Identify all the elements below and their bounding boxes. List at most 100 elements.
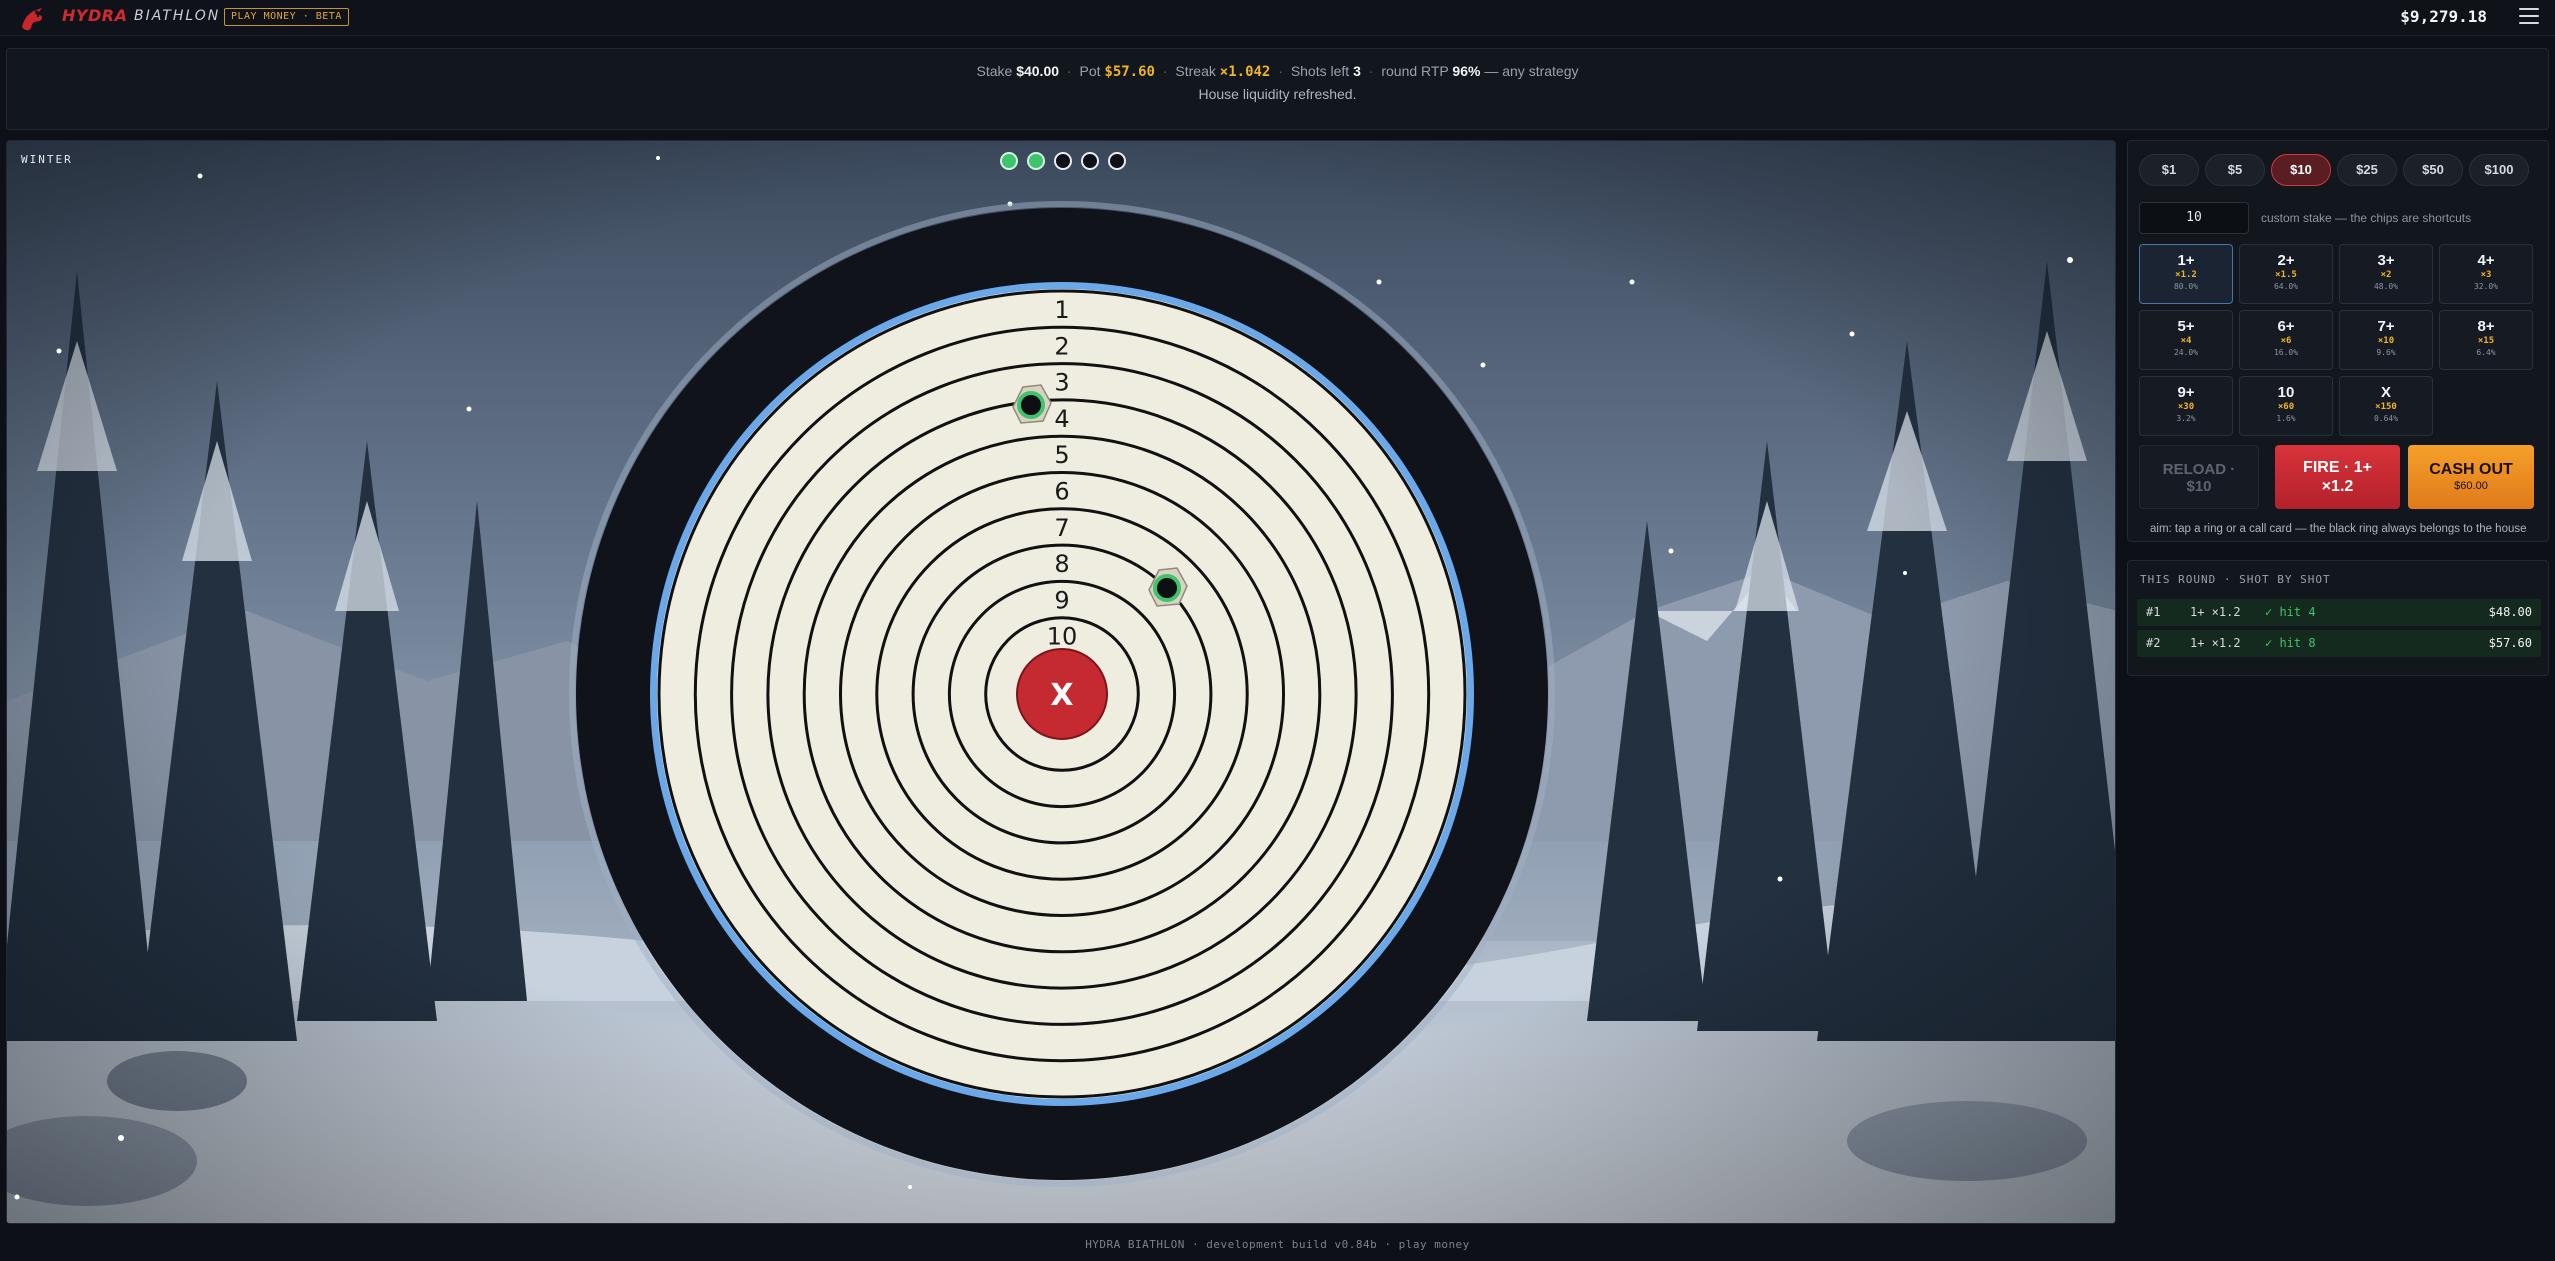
status-message: House liquidity refreshed. [1198, 86, 1357, 102]
call-card-mult: ×6 [2280, 336, 2292, 346]
call-card-9plus[interactable]: 9+ ×30 3.2% [2139, 376, 2233, 436]
call-card-label: 9+ [2177, 384, 2195, 401]
call-card-label: 3+ [2377, 252, 2395, 269]
betting-panel: $1 $5 $10 $25 $50 $100 10 custom stake — the … [2127, 140, 2549, 542]
biathlon-target[interactable]: 1 2 3 4 5 6 7 8 9 10 X [7, 141, 2116, 1224]
rtp-suffix: — any strategy [1484, 63, 1579, 79]
history-num: #1 [2146, 605, 2161, 619]
ring-number-label: 1 [1054, 296, 1069, 324]
call-card-8plus[interactable]: 8+ ×15 6.4% [2439, 310, 2533, 370]
call-card-label: 5+ [2177, 318, 2195, 335]
call-card-10[interactable]: 10 ×60 1.6% [2239, 376, 2333, 436]
hydra-logo-icon [22, 8, 43, 31]
call-card-mult: ×2 [2380, 270, 2392, 280]
round-status-bar: Stake $40.00 · Pot $57.60 · Streak ×1.04… [6, 48, 2549, 130]
footer-build-info: HYDRA BIATHLON · development build v0.84… [1085, 1238, 1470, 1251]
cash-out-label: CASH OUT [2429, 461, 2513, 478]
ring-number-label: 10 [1047, 623, 1078, 651]
streak-label: Streak [1175, 63, 1216, 79]
call-card-7plus[interactable]: 7+ ×10 9.6% [2339, 310, 2433, 370]
ring-number-label: 7 [1054, 514, 1069, 542]
call-card-x[interactable]: X ×150 0.64% [2339, 376, 2433, 436]
call-card-prob: 80.0% [2173, 282, 2199, 291]
call-card-1plus[interactable]: 1+ ×1.2 80.0% [2139, 244, 2233, 304]
ring-number-label: 6 [1054, 478, 1069, 506]
ring-number-label: 4 [1054, 405, 1069, 433]
history-amount: $48.00 [2488, 605, 2532, 619]
reload-button[interactable]: RELOAD · $10 [2139, 445, 2259, 509]
round-status-line: Stake $40.00 · Pot $57.60 · Streak ×1.04… [976, 63, 1579, 80]
call-card-prob: 6.4% [2476, 348, 2496, 357]
history-num: #2 [2146, 636, 2161, 650]
fire-label: FIRE · 1+ [2303, 459, 2372, 476]
rtp-label: round RTP [1381, 63, 1449, 79]
call-card-mult: ×4 [2180, 336, 2192, 346]
call-card-label: 1+ [2177, 252, 2195, 269]
call-card-prob: 9.6% [2376, 348, 2396, 357]
call-card-label: 10 [2277, 384, 2295, 401]
fire-button[interactable]: FIRE · 1+ ×1.2 [2275, 445, 2400, 509]
call-card-label: 4+ [2477, 252, 2495, 269]
history-call: 1+ ×1.2 [2190, 605, 2241, 619]
call-card-mult: ×60 [2277, 402, 2295, 412]
history-result: ✓ hit 4 [2265, 605, 2316, 619]
shots-left-label: Shots left [1290, 63, 1350, 79]
call-card-mult: ×150 [2375, 402, 2397, 412]
call-card-prob: 48.0% [2373, 282, 2399, 291]
call-card-label: 2+ [2277, 252, 2295, 269]
call-card-4plus[interactable]: 4+ ×3 32.0% [2439, 244, 2533, 304]
call-card-prob: 16.0% [2273, 348, 2299, 357]
call-card-mult: ×30 [2177, 402, 2195, 412]
ring-number-label: 5 [1054, 441, 1069, 469]
chip-5-button[interactable]: $5 [2205, 154, 2265, 186]
ring-number-label: 3 [1054, 369, 1069, 397]
reload-amount: $10 [2186, 478, 2212, 495]
play-money-badge: PLAY MONEY · BETA [224, 8, 349, 26]
call-card-2plus[interactable]: 2+ ×1.5 64.0% [2239, 244, 2333, 304]
stake-label: Stake [976, 63, 1013, 79]
chip-10-button[interactable]: $10 [2271, 154, 2331, 186]
shooting-range-scene: WINTER 1 2 3 4 5 6 7 8 9 10 X [6, 140, 2116, 1224]
custom-stake-hint: custom stake — the chips are shortcuts [2261, 211, 2472, 225]
custom-stake-input[interactable]: 10 [2139, 202, 2249, 234]
rtp-value: 96% [1452, 63, 1481, 79]
hamburger-menu-icon[interactable] [2519, 8, 2539, 26]
call-card-mult: ×1.5 [2275, 270, 2297, 280]
chip-1-button[interactable]: $1 [2139, 154, 2199, 186]
aim-hint: aim: tap a ring or a call card — the bla… [2150, 523, 2527, 535]
call-card-prob: 0.64% [2373, 414, 2399, 423]
call-card-mult: ×3 [2480, 270, 2492, 280]
call-card-prob: 24.0% [2173, 348, 2199, 357]
call-card-label: X [2380, 384, 2391, 401]
call-card-5plus[interactable]: 5+ ×4 24.0% [2139, 310, 2233, 370]
call-card-3plus[interactable]: 3+ ×2 48.0% [2339, 244, 2433, 304]
reload-label: RELOAD · [2162, 461, 2236, 478]
history-amount: $57.60 [2488, 636, 2532, 650]
chip-50-button[interactable]: $50 [2403, 154, 2463, 186]
streak-value: ×1.042 [1219, 64, 1271, 80]
call-card-prob: 64.0% [2273, 282, 2299, 291]
call-card-prob: 3.2% [2176, 414, 2196, 423]
top-bar: HYDRA BIATHLON PLAY MONEY · BETA $9,279.… [0, 0, 2555, 36]
ring-number-label: 2 [1054, 332, 1069, 360]
call-card-mult: ×1.2 [2175, 270, 2197, 280]
history-row: #1 1+ ×1.2 ✓ hit 4 $48.00 [2137, 599, 2541, 626]
cash-out-button[interactable]: CASH OUT $60.00 [2408, 445, 2534, 509]
chip-100-button[interactable]: $100 [2469, 154, 2529, 186]
product-name: BIATHLON [134, 8, 221, 24]
call-card-label: 8+ [2477, 318, 2495, 335]
ring-number-label: 8 [1054, 550, 1069, 578]
chip-25-button[interactable]: $25 [2337, 154, 2397, 186]
pot-label: Pot [1079, 63, 1101, 79]
call-card-6plus[interactable]: 6+ ×6 16.0% [2239, 310, 2333, 370]
shots-left-value: 3 [1353, 63, 1361, 79]
history-row: #2 1+ ×1.2 ✓ hit 8 $57.60 [2137, 630, 2541, 657]
history-result: ✓ hit 8 [2265, 636, 2316, 650]
history-title: THIS ROUND · SHOT BY SHOT [2140, 573, 2331, 586]
brand-name[interactable]: HYDRA [62, 6, 127, 25]
fire-multiplier: ×1.2 [2321, 478, 2354, 495]
call-card-prob: 1.6% [2276, 414, 2296, 423]
call-card-prob: 32.0% [2473, 282, 2499, 291]
call-card-mult: ×15 [2477, 336, 2495, 346]
pot-value: $57.60 [1104, 64, 1155, 80]
